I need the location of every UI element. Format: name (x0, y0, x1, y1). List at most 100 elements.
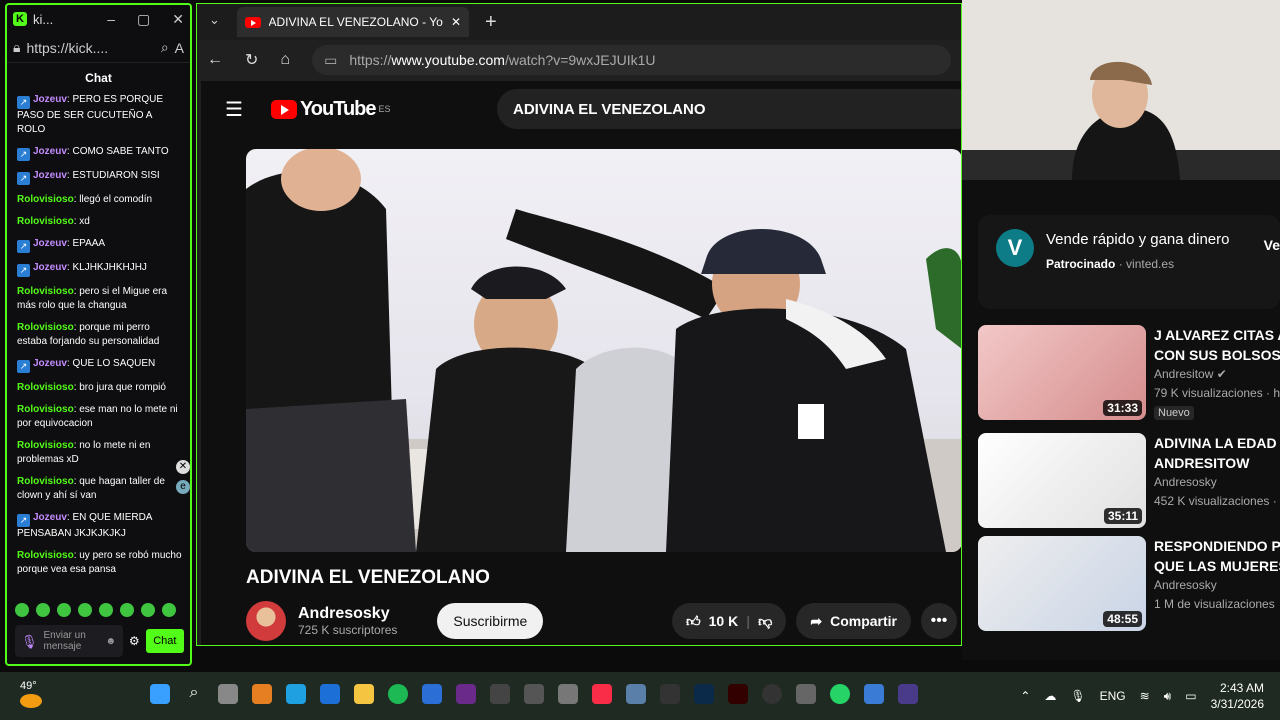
search-icon[interactable]: ⌕ (184, 684, 204, 704)
photoshop-icon[interactable] (694, 684, 714, 704)
defender-icon[interactable] (422, 684, 442, 704)
recommended-title[interactable]: CON SUS BOLSOS (1154, 345, 1280, 365)
ad-title[interactable]: Vende rápido y gana dinero (1046, 229, 1229, 251)
kick-url[interactable]: https://kick.... (26, 40, 108, 56)
settings-gear-icon[interactable]: ⚙ (129, 634, 140, 648)
obs-icon[interactable] (762, 684, 782, 704)
minimize-icon[interactable]: – (107, 11, 115, 28)
emoji-icon[interactable]: ☻ (106, 636, 117, 647)
app-icon[interactable] (524, 684, 544, 704)
chat-username[interactable]: Rolovisioso (17, 322, 74, 333)
thumbs-down-icon[interactable]: 👎︎ (758, 613, 772, 630)
refresh-icon[interactable]: ↻ (245, 50, 258, 70)
channel-name[interactable]: Andresosky (298, 605, 397, 623)
chat-username[interactable]: Rolovisioso (17, 550, 74, 561)
browser-tab-youtube[interactable]: ADIVINA EL VENEZOLANO - YouTu ✕ (237, 7, 469, 37)
recommended-video[interactable]: 31:33 J ALVAREZ CITAS A CON SUS BOLSOS A… (978, 325, 1280, 421)
channel-avatar[interactable] (246, 601, 286, 641)
video-thumbnail[interactable]: 48:55 (978, 536, 1146, 631)
recommended-video[interactable]: 48:55 RESPONDIENDO PR QUE LAS MUJERES An… (978, 536, 1280, 632)
tab-actions-chevron-icon[interactable]: ⌄ (209, 12, 220, 28)
address-url[interactable]: https://www.youtube.com/watch?v=9wxJEJUI… (349, 52, 655, 68)
chat-username[interactable]: Rolovisioso (17, 216, 74, 227)
clock[interactable]: 2:43 AM 3/31/2026 (1211, 680, 1264, 712)
chat-username[interactable]: Rolovisioso (17, 404, 74, 415)
emote-icon[interactable] (15, 603, 29, 617)
app-icon[interactable] (864, 684, 884, 704)
close-icon[interactable]: ✕ (172, 11, 184, 28)
chat-username[interactable]: Rolovisioso (17, 286, 74, 297)
recommended-video[interactable]: 35:11 ADIVINA LA EDAD - ANDRESITOW Andre… (978, 433, 1280, 529)
zoom-icon[interactable]: ⌕ (161, 39, 169, 56)
youtube-logo[interactable]: YouTube ES (270, 98, 391, 121)
task-view-icon[interactable] (218, 684, 238, 704)
chat-username[interactable]: Rolovisioso (17, 476, 74, 487)
chat-username[interactable]: Jozeuv (33, 358, 67, 369)
subscribe-button[interactable]: Suscribirme (437, 603, 544, 639)
emote-icon[interactable] (120, 603, 134, 617)
recommended-title[interactable]: ANDRESITOW (1154, 453, 1280, 473)
chat-username[interactable]: Jozeuv (33, 238, 67, 249)
emote-icon[interactable] (162, 603, 176, 617)
emote-toggle-icon[interactable]: e (176, 480, 190, 494)
music-icon[interactable] (592, 684, 612, 704)
recommended-title[interactable]: ADIVINA LA EDAD - (1154, 433, 1280, 453)
chat-username[interactable]: Jozeuv (33, 94, 67, 105)
illustrator-icon[interactable] (728, 684, 748, 704)
hamburger-menu-icon[interactable]: ☰ (225, 97, 243, 122)
youtube-search-input[interactable]: ADIVINA EL VENEZOLANO (497, 89, 961, 129)
site-info-icon[interactable]: ▭ (324, 52, 337, 69)
edge-icon[interactable] (286, 684, 306, 704)
settings-icon[interactable] (796, 684, 816, 704)
store-icon[interactable] (320, 684, 340, 704)
emote-icon[interactable] (78, 603, 92, 617)
app-icon[interactable] (660, 684, 680, 704)
more-options-icon[interactable]: ••• (921, 603, 957, 639)
tab-close-icon[interactable]: ✕ (451, 15, 461, 29)
file-explorer-icon[interactable] (354, 684, 374, 704)
weather-widget[interactable]: 49° (20, 680, 42, 708)
show-hidden-icons-chevron-icon[interactable]: ⌃ (1020, 689, 1030, 703)
video-player[interactable] (246, 149, 961, 552)
home-icon[interactable]: ⌂ (280, 51, 290, 69)
start-windows-icon[interactable] (150, 684, 170, 704)
spotify-icon[interactable] (388, 684, 408, 704)
kick-address-bar[interactable]: 🔒︎ https://kick.... ⌕ A (7, 33, 190, 63)
new-tab-icon[interactable]: + (485, 11, 497, 34)
chat-username[interactable]: Rolovisioso (17, 382, 74, 393)
chat-username[interactable]: Jozeuv (33, 262, 67, 273)
app-icon[interactable] (898, 684, 918, 704)
chat-username[interactable]: Rolovisioso (17, 194, 74, 205)
microphone-icon[interactable]: 🎙︎ (21, 635, 38, 648)
notepad-icon[interactable] (558, 684, 578, 704)
emote-icon[interactable] (36, 603, 50, 617)
recommended-title[interactable]: RESPONDIENDO PR (1154, 536, 1280, 556)
read-aloud-icon[interactable]: A (175, 40, 184, 56)
sponsored-ad[interactable]: V Vende rápido y gana dinero Patrocinado… (978, 215, 1280, 309)
recommended-title[interactable]: QUE LAS MUJERES (1154, 556, 1280, 576)
chat-username[interactable]: Jozeuv (33, 170, 67, 181)
chat-send-button[interactable]: Chat (145, 629, 184, 653)
battery-icon[interactable]: ▭ (1185, 689, 1196, 703)
ad-cta-button[interactable]: Ve (1264, 237, 1280, 253)
whatsapp-icon[interactable] (830, 684, 850, 704)
microphone-icon[interactable]: 🎙︎ (1070, 689, 1085, 703)
copilot-icon[interactable] (252, 684, 272, 704)
emote-icon[interactable] (141, 603, 155, 617)
chat-username[interactable]: Rolovisioso (17, 440, 74, 451)
language-indicator[interactable]: ENG (1100, 689, 1126, 703)
recommended-title[interactable]: J ALVAREZ CITAS A (1154, 325, 1280, 345)
emote-icon[interactable] (99, 603, 113, 617)
wifi-icon[interactable]: ≋ (1140, 689, 1150, 703)
back-arrow-icon[interactable]: ← (207, 51, 223, 69)
video-thumbnail[interactable]: 31:33 (978, 325, 1146, 420)
maximize-icon[interactable]: ▢ (137, 11, 150, 28)
chat-username[interactable]: Jozeuv (33, 512, 67, 523)
like-button[interactable]: 👍︎ 10 K | 👎︎ (672, 603, 787, 639)
cloud-icon[interactable]: ☁ (1044, 689, 1056, 703)
address-bar[interactable]: ▭ https://www.youtube.com/watch?v=9wxJEJ… (312, 45, 951, 75)
emote-icon[interactable] (57, 603, 71, 617)
chat-input[interactable]: 🎙︎ Enviar un mensaje ☻ (15, 625, 123, 657)
close-overlay-icon[interactable]: ✕ (176, 460, 190, 474)
chat-username[interactable]: Jozeuv (33, 146, 67, 157)
